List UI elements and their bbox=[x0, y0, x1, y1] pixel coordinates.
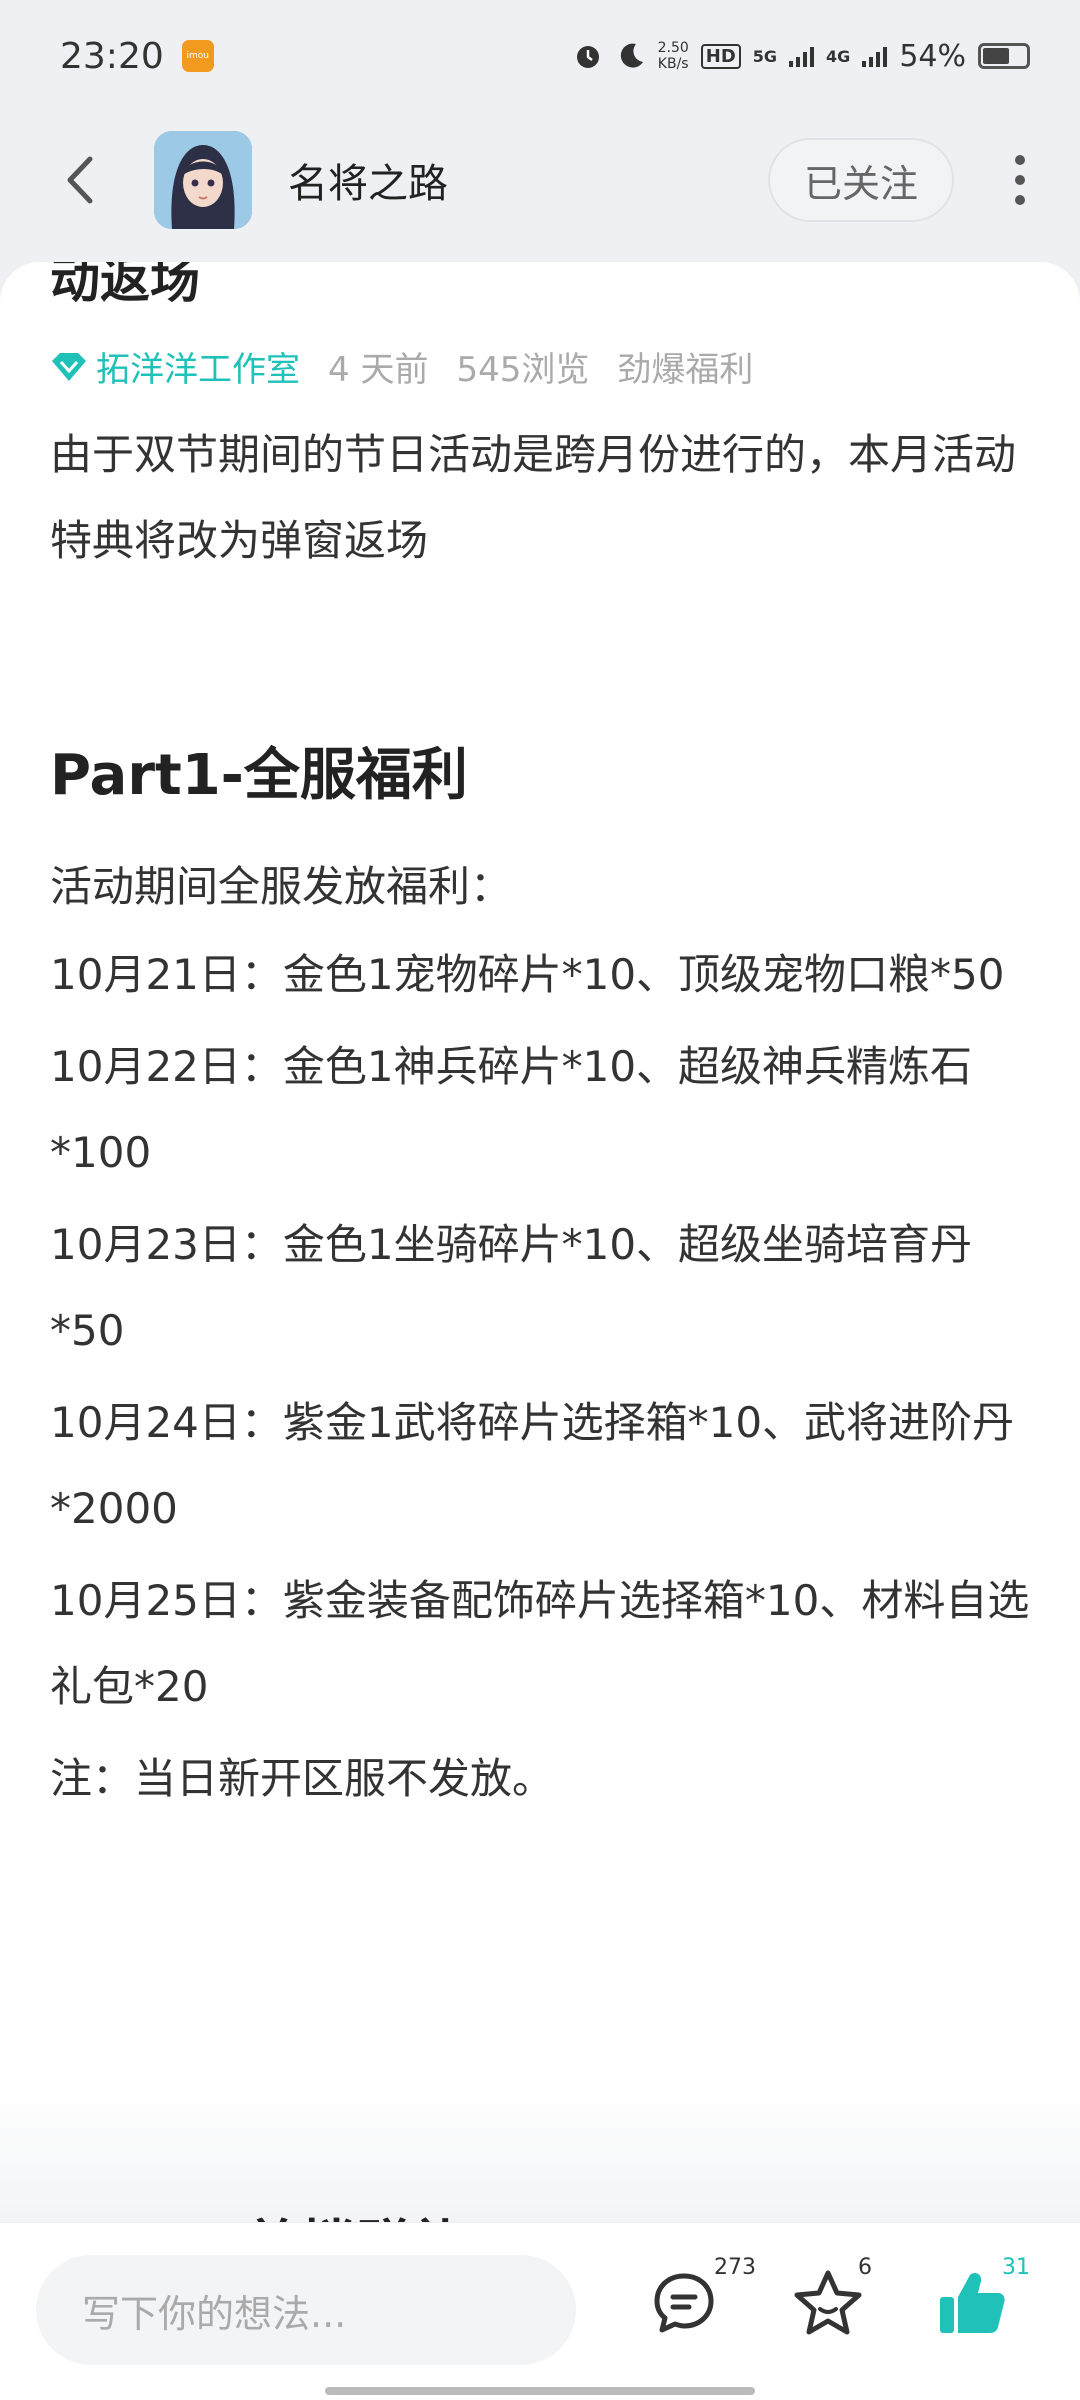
favorite-icon[interactable] bbox=[788, 2263, 868, 2343]
imou-app-icon: imou bbox=[181, 40, 214, 72]
top-app-bar: 名将之路 已关注 bbox=[0, 120, 1080, 240]
reward-item: 10月22日：金色1神兵碎片*10、超级神兵精炼石*100 bbox=[50, 1042, 973, 1177]
signal-icon-1 bbox=[789, 45, 815, 67]
battery-icon bbox=[978, 43, 1030, 69]
post-title: 动返场 bbox=[50, 262, 200, 309]
comment-input[interactable]: 写下你的想法... bbox=[36, 2255, 576, 2365]
diamond-icon bbox=[52, 352, 86, 381]
post-tag[interactable]: 劲爆福利 bbox=[617, 342, 753, 391]
net-speed: 2.50 KB/s bbox=[658, 40, 689, 72]
net-speed-value: 2.50 bbox=[657, 40, 689, 56]
back-arrow-icon[interactable] bbox=[50, 150, 110, 210]
status-bar: 23:20 imou 2.50 KB/s HD 5G 4G 54% bbox=[0, 0, 1080, 112]
follow-button[interactable]: 已关注 bbox=[768, 138, 954, 222]
section-intro: 活动期间全服发放福利： bbox=[50, 862, 513, 911]
more-vertical-icon[interactable] bbox=[990, 140, 1050, 220]
reward-item: 10月21日：金色1宠物碎片*10、顶级宠物口粮*50 bbox=[50, 950, 1005, 999]
scroll-fade bbox=[0, 2082, 1080, 2222]
author-name[interactable]: 拓洋洋工作室 bbox=[96, 342, 300, 391]
reward-item: 10月25日：紫金装备配饰碎片选择箱*10、材料自选礼包*20 bbox=[50, 1576, 1030, 1711]
reward-item: 10月23日：金色1坐骑碎片*10、超级坐骑培育丹*50 bbox=[50, 1220, 973, 1355]
post-time: 4 天前 bbox=[328, 350, 429, 390]
hd-badge: HD bbox=[700, 43, 741, 69]
post-views: 545浏览 bbox=[456, 350, 590, 390]
network-5g: 5G bbox=[752, 46, 778, 66]
avatar[interactable] bbox=[154, 131, 252, 229]
bottom-action-bar: 写下你的想法... 273 6 31 bbox=[0, 2222, 1080, 2400]
battery-percent: 54% bbox=[899, 38, 966, 74]
favorite-count: 6 bbox=[858, 2255, 872, 2280]
status-time: 23:20 bbox=[60, 35, 164, 77]
home-indicator[interactable] bbox=[325, 2387, 755, 2395]
signal-icon-2 bbox=[862, 45, 888, 67]
post-meta: 拓洋洋工作室 4 天前 545浏览 劲爆福利 bbox=[50, 342, 753, 391]
post-note: 注：当日新开区服不发放。 bbox=[50, 1754, 555, 1803]
moon-icon bbox=[620, 43, 643, 68]
comment-icon[interactable] bbox=[644, 2263, 724, 2343]
reward-list: 10月21日：金色1宠物碎片*10、顶级宠物口粮*50 10月22日：金色1神兵… bbox=[50, 932, 1040, 1822]
page-title: 名将之路 bbox=[288, 161, 448, 207]
post-intro: 由于双节期间的节日活动是跨月份进行的，本月活动特典将改为弹窗返场 bbox=[50, 430, 1017, 565]
section-title-2: Part2-盖楼赠礼 bbox=[50, 2202, 468, 2222]
net-speed-unit: KB/s bbox=[657, 56, 689, 72]
like-icon[interactable] bbox=[932, 2263, 1012, 2343]
network-4g: 4G bbox=[826, 46, 851, 66]
comment-count: 273 bbox=[714, 2255, 756, 2280]
reward-item: 10月24日：紫金1武将碎片选择箱*10、武将进阶丹*2000 bbox=[50, 1398, 1015, 1533]
section-title-1: Part1-全服福利 bbox=[50, 743, 468, 808]
status-icons: 2.50 KB/s HD 5G 4G 54% bbox=[572, 39, 1030, 74]
alarm-icon bbox=[576, 46, 599, 68]
like-count: 31 bbox=[1002, 2255, 1030, 2280]
post-card: 动返场 拓洋洋工作室 4 天前 545浏览 劲爆福利 由于双节期间的节日活动是跨… bbox=[0, 262, 1080, 2222]
